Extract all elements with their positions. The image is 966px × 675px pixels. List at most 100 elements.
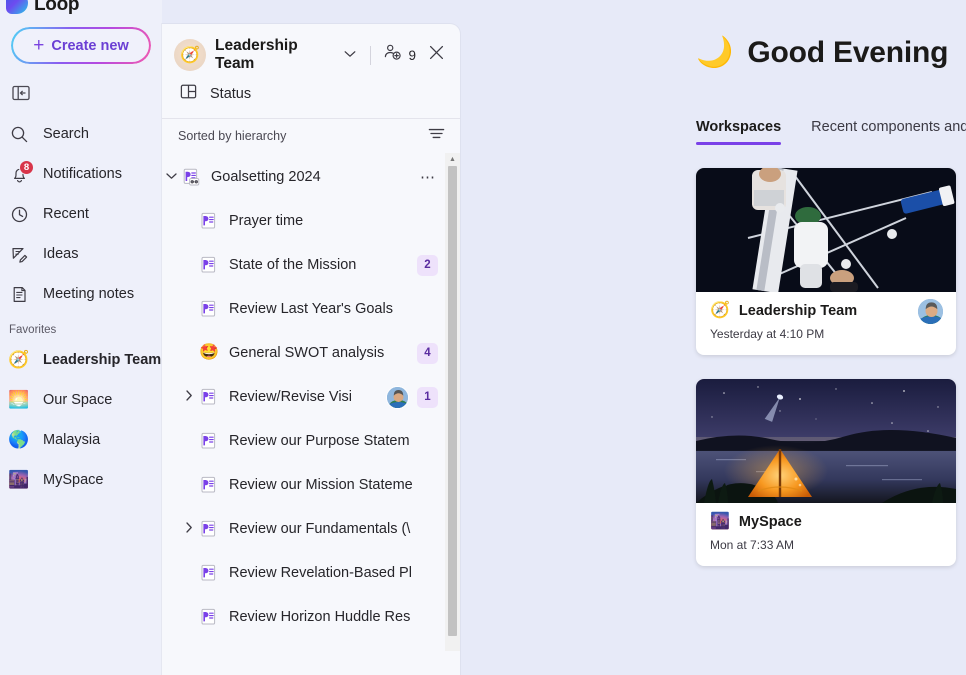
favorite-label: Malaysia <box>43 432 101 448</box>
members-count: 9 <box>408 47 416 63</box>
table-row[interactable]: Review Last Year's Goals <box>162 287 460 331</box>
content-tabs: Workspaces Recent components and pa <box>460 70 966 145</box>
sidebar-item-ideas[interactable]: Ideas <box>0 234 162 274</box>
table-row[interactable]: Review our Purpose Statem <box>162 419 460 463</box>
workspace-card-list: 🧭 Leadership Team Yesterday at 4:10 PM 🌆… <box>460 145 966 566</box>
table-row[interactable]: Prayer time <box>162 199 460 243</box>
table-row[interactable] <box>162 639 460 651</box>
tree-item-label: Review our Mission Stateme <box>229 477 413 493</box>
status-badge: 2 <box>417 254 438 276</box>
panel-collapse-icon[interactable] <box>8 82 34 104</box>
tab-workspaces[interactable]: Workspaces <box>696 118 782 145</box>
tree-item-label: Review Last Year's Goals <box>229 301 393 317</box>
left-sidebar: Loop + Create new Search 8 Notifications… <box>0 0 162 675</box>
page-icon <box>198 563 220 583</box>
tab-label: Workspaces <box>696 119 782 135</box>
tab-label: Recent components and pa <box>811 119 966 135</box>
twisty-collapsed-icon[interactable] <box>180 522 198 536</box>
loop-logo-icon <box>6 0 28 14</box>
workspace-card-leadership-team[interactable]: 🧭 Leadership Team Yesterday at 4:10 PM <box>696 168 956 355</box>
page-icon <box>198 431 220 451</box>
status-badge: 4 <box>417 342 438 364</box>
avatar <box>386 385 409 409</box>
cityscape-icon: 🌆 <box>8 470 30 489</box>
compass-icon: 🧭 <box>710 302 730 319</box>
page-icon <box>198 255 220 275</box>
table-row[interactable]: Review Horizon Huddle Res <box>162 595 460 639</box>
more-options-icon[interactable]: ⋯ <box>418 168 438 186</box>
app-logo[interactable]: Loop <box>0 0 162 14</box>
star-struck-icon: 🤩 <box>199 344 219 361</box>
tab-recent-components[interactable]: Recent components and pa <box>811 118 966 145</box>
table-row[interactable]: State of the Mission 2 <box>162 243 460 287</box>
card-timestamp: Yesterday at 4:10 PM <box>710 327 825 341</box>
sidebar-nav: Search 8 Notifications Recent Ideas Meet… <box>0 114 162 314</box>
divider <box>369 45 371 65</box>
workspace-card-myspace[interactable]: 🌆 MySpace Mon at 7:33 AM <box>696 379 956 566</box>
chevron-down-icon[interactable] <box>344 49 356 61</box>
sidebar-item-meeting-notes[interactable]: Meeting notes <box>0 274 162 314</box>
sidebar-item-leadership-team[interactable]: 🧭 Leadership Team <box>0 340 162 380</box>
card-title-row: 🌆 MySpace <box>710 513 942 531</box>
sort-row: Sorted by hierarchy <box>162 119 460 153</box>
filter-sort-icon[interactable] <box>425 124 448 148</box>
sidebar-item-label: Meeting notes <box>43 286 135 302</box>
compass-icon: 🧭 <box>180 47 200 64</box>
tree-item-label: Review our Purpose Statem <box>229 433 410 449</box>
page-link-icon <box>180 167 202 188</box>
card-timestamp: Mon at 7:33 AM <box>710 538 795 552</box>
sidebar-item-label: Search <box>43 126 89 142</box>
sidebar-item-malaysia[interactable]: 🌎 Malaysia <box>0 420 162 460</box>
twisty-collapsed-icon[interactable] <box>180 390 198 404</box>
table-row[interactable]: Goalsetting 2024 ⋯ <box>162 155 460 199</box>
tree-item-label: General SWOT analysis <box>229 345 385 361</box>
bell-icon: 8 <box>8 160 34 185</box>
cityscape-icon: 🌆 <box>710 513 730 530</box>
pencil-idea-icon <box>8 243 30 265</box>
status-button[interactable]: Status <box>174 76 448 112</box>
sidebar-item-recent[interactable]: Recent <box>0 194 162 234</box>
page-icon <box>198 607 220 627</box>
sidebar-item-notifications[interactable]: 8 Notifications <box>0 154 162 194</box>
scrollbar-thumb[interactable] <box>448 166 457 636</box>
table-row[interactable]: Review/Revise Visi 1 <box>162 375 460 419</box>
card-title-row: 🧭 Leadership Team <box>710 302 942 320</box>
rowing-photo <box>696 168 956 292</box>
close-icon[interactable] <box>425 41 448 69</box>
sidebar-item-search[interactable]: Search <box>0 114 162 154</box>
main-content: 🌙 Good Evening Workspaces Recent compone… <box>460 0 966 675</box>
crescent-moon-icon: 🌙 <box>696 36 734 69</box>
panel-scrollbar[interactable]: ▲ <box>445 153 460 651</box>
favorite-label: MySpace <box>43 472 104 488</box>
tree-item-label: Goalsetting 2024 <box>211 169 321 185</box>
sidebar-item-label: Recent <box>43 206 89 222</box>
table-row[interactable]: Review our Fundamentals (\ <box>162 507 460 551</box>
avatar <box>917 298 944 325</box>
card-body: 🧭 Leadership Team Yesterday at 4:10 PM <box>696 292 956 355</box>
page-title: 🌙 Good Evening <box>460 0 966 70</box>
sidebar-item-our-space[interactable]: 🌅 Our Space <box>0 380 162 420</box>
notes-icon <box>8 283 30 305</box>
workspace-panel: 🧭 Leadership Team 9 Status Sorted by hie… <box>162 24 460 675</box>
tree-item-label: Review/Revise Visi <box>229 389 353 405</box>
page-tree: Goalsetting 2024 ⋯ Prayer time State of … <box>162 153 460 651</box>
sort-label: Sorted by hierarchy <box>178 129 287 143</box>
favorite-label: Our Space <box>43 392 113 408</box>
compass-icon: 🧭 <box>8 350 30 369</box>
status-label: Status <box>210 86 252 102</box>
sidebar-item-label: Notifications <box>43 166 122 182</box>
workspace-avatar: 🧭 <box>174 39 206 71</box>
members-button[interactable]: 9 <box>383 44 416 66</box>
night-camping-photo <box>696 379 956 503</box>
tree-item-label: State of the Mission <box>229 257 357 273</box>
create-new-button[interactable]: + Create new <box>11 27 151 64</box>
table-row[interactable]: 🤩 General SWOT analysis 4 <box>162 331 460 375</box>
table-row[interactable]: Review Revelation-Based Pl <box>162 551 460 595</box>
scroll-up-arrow-icon[interactable]: ▲ <box>445 153 460 166</box>
twisty-expanded-icon[interactable] <box>162 171 180 183</box>
sidebar-item-myspace[interactable]: 🌆 MySpace <box>0 460 162 500</box>
sunrise-icon: 🌅 <box>8 390 30 409</box>
tree-item-label: Review Revelation-Based Pl <box>229 565 412 581</box>
favorites-header: Favorites <box>9 324 57 336</box>
table-row[interactable]: Review our Mission Stateme <box>162 463 460 507</box>
